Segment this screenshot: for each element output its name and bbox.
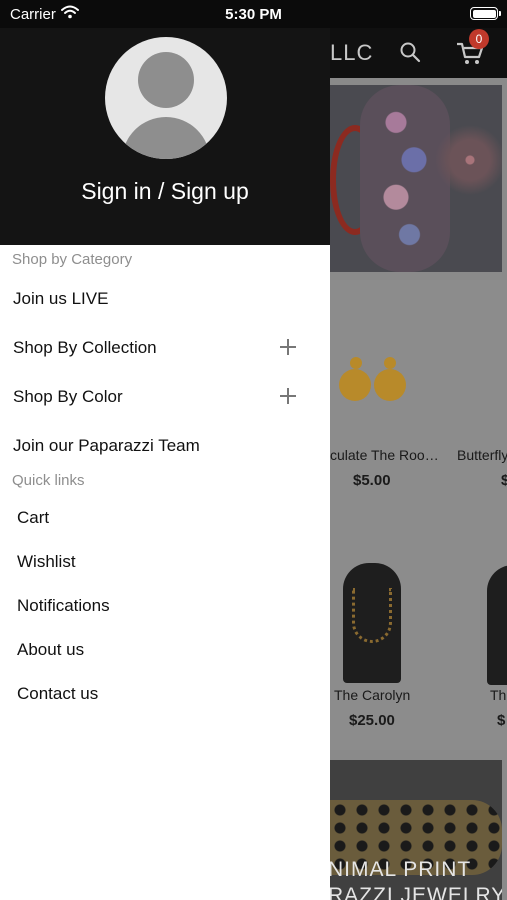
menu-item-join-team[interactable]: Join our Paparazzi Team [13,436,200,456]
product-name[interactable]: Butterfly [457,447,507,463]
product-price: $5.00 [353,472,391,489]
banner-text-line2: RAZZI JEWELRY [330,884,502,900]
necklace-image[interactable] [487,565,507,685]
quick-link-contact-us[interactable]: Contact us [17,684,98,704]
menu-item-shop-by-collection[interactable]: Shop By Collection [13,338,157,358]
menu-item-shop-by-color[interactable]: Shop By Color [13,387,123,407]
shop-by-category-label: Shop by Category [12,251,133,268]
quick-link-notifications[interactable]: Notifications [17,596,110,616]
earring-image[interactable] [384,357,396,369]
necklace-chain-graphic [352,588,392,643]
expand-plus-icon[interactable] [280,388,296,404]
navigation-drawer: Sign in / Sign up Shop by Category Join … [0,0,330,900]
product-price: $25.00 [349,712,395,729]
product-price: $ [497,712,506,729]
cart-badge: 0 [469,29,489,49]
avatar[interactable] [105,37,227,159]
drawer-header: Sign in / Sign up [0,0,330,245]
quick-links-label: Quick links [12,472,85,489]
banner-firework-graphic [435,115,502,205]
product-name[interactable]: Th [490,687,506,703]
status-time: 5:30 PM [225,6,282,23]
quick-link-wishlist[interactable]: Wishlist [17,552,76,572]
earring-image[interactable] [350,357,362,369]
avatar-head-icon [138,52,194,108]
battery-icon [470,7,501,20]
product-name[interactable]: culate The Roo… [330,447,439,463]
sign-in-button[interactable]: Sign in / Sign up [0,178,330,205]
product-name[interactable]: The Carolyn [334,687,410,703]
banner-text-line1: NIMAL PRINT [330,858,472,881]
earring-image[interactable] [374,369,406,401]
earring-image[interactable] [339,369,371,401]
menu-item-join-live[interactable]: Join us LIVE [13,289,108,309]
quick-link-about-us[interactable]: About us [17,640,84,660]
animal-print-banner[interactable]: NIMAL PRINT RAZZI JEWELRY [330,760,502,900]
status-bar: Carrier 5:30 PM [0,0,507,28]
app-title: LLC [330,40,374,65]
search-icon[interactable] [398,40,422,64]
promo-banner[interactable] [330,85,502,272]
quick-link-cart[interactable]: Cart [17,508,49,528]
product-price: $ [501,472,507,489]
avatar-body-icon [122,117,210,159]
expand-plus-icon[interactable] [280,339,296,355]
